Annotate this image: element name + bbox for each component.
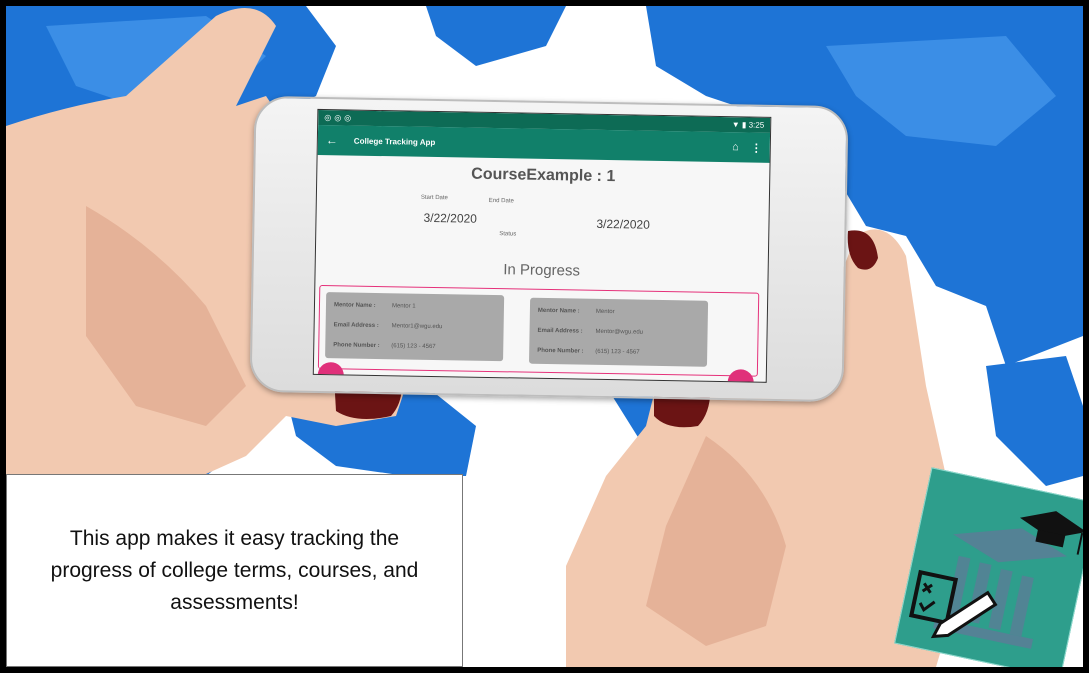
status-label: Status [499, 231, 517, 238]
status-right: ▼ ▮ 3:25 [732, 120, 765, 130]
mentor-phone-label: Phone Number : [333, 342, 380, 350]
mentor-name-label: Mentor Name : [333, 302, 376, 309]
mentor-phone-label: Phone Number : [537, 347, 584, 355]
mentor-card[interactable]: Mentor Name : Mentor Email Address : Mento… [528, 297, 709, 367]
mentor-name: Mentor 1 [391, 303, 416, 310]
end-date-value: 3/22/2020 [596, 216, 650, 232]
notification-icons: ◎◎◎ [324, 113, 355, 123]
status-value: In Progress [503, 261, 581, 280]
mentor-email: Mentor@wgu.edu [595, 328, 644, 336]
course-title: CourseExample : 1 [471, 165, 616, 186]
mentor-email: Mentor1@wgu.edu [391, 323, 443, 331]
home-icon[interactable]: ⌂ [732, 141, 739, 153]
status-time: 3:25 [748, 120, 765, 130]
mentor-email-label: Email Address : [333, 322, 379, 330]
fab-left-button[interactable] [317, 361, 344, 383]
mentor-list: Mentor Name : Mentor 1 Email Address : Men… [317, 284, 760, 377]
wifi-icon: ▼ [731, 120, 740, 130]
end-date-label: End Date [488, 197, 514, 205]
mentor-name-label: Mentor Name : [537, 307, 580, 315]
app-title: College Tracking App [353, 136, 436, 147]
checklist-icon [908, 569, 959, 626]
caption-text: This app makes it easy tracking the prog… [50, 526, 419, 614]
caption-box: This app makes it easy tracking the prog… [6, 474, 463, 667]
phone-screen: ◎◎◎ ▼ ▮ 3:25 ← College Tracking App ⌂ ⋮ … [312, 108, 772, 383]
battery-icon: ▮ [741, 120, 747, 130]
back-arrow-icon[interactable]: ← [326, 133, 338, 147]
more-vert-icon[interactable]: ⋮ [751, 141, 762, 154]
background-scene: ◎◎◎ ▼ ▮ 3:25 ← College Tracking App ⌂ ⋮ … [6, 6, 1083, 667]
phone-device: ◎◎◎ ▼ ▮ 3:25 ← College Tracking App ⌂ ⋮ … [249, 95, 849, 403]
start-date-label: Start Date [420, 194, 448, 202]
mentor-phone: (615) 123 - 4567 [391, 343, 436, 351]
mentor-name: Mentor [595, 308, 615, 316]
promo-frame: ◎◎◎ ▼ ▮ 3:25 ← College Tracking App ⌂ ⋮ … [0, 0, 1089, 673]
mentor-card[interactable]: Mentor Name : Mentor 1 Email Address : Men… [325, 292, 505, 362]
mentor-phone: (615) 123 - 4567 [595, 348, 640, 356]
mentor-email-label: Email Address : [537, 327, 583, 335]
start-date-value: 3/22/2020 [423, 210, 478, 226]
